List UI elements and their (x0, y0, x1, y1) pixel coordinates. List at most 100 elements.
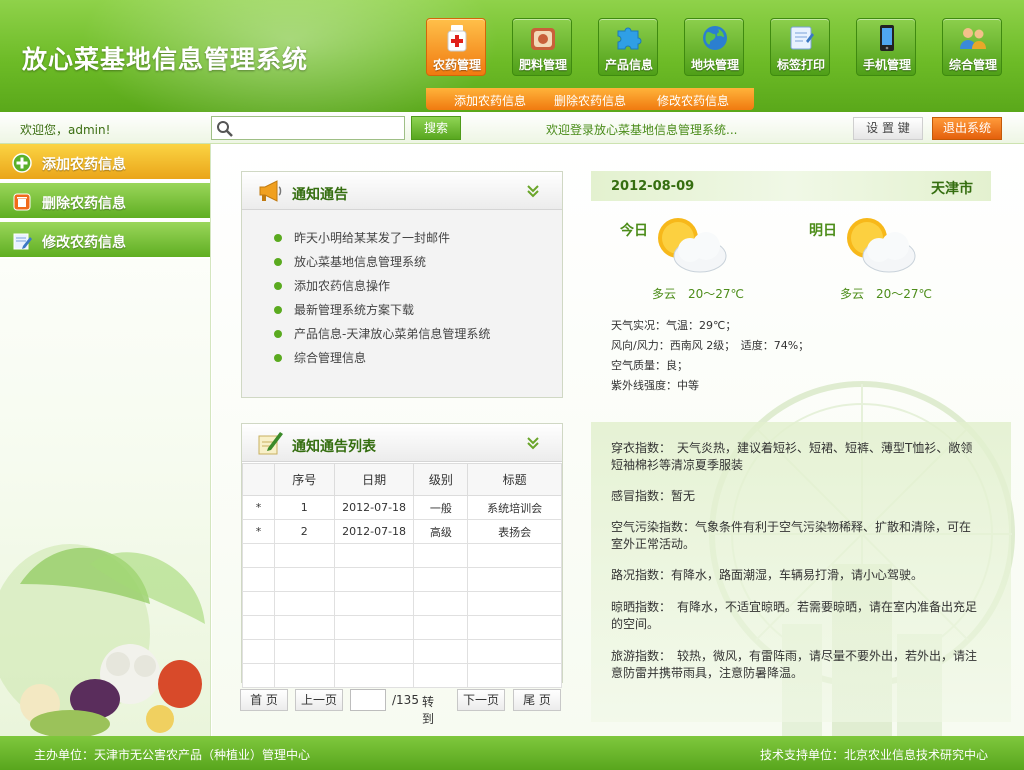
subnav-edit-pesticide[interactable]: 修改农药信息 (657, 92, 729, 109)
label-print-icon (790, 26, 814, 50)
search-box (211, 116, 405, 140)
table-row (242, 543, 562, 568)
logout-button[interactable]: 退出系统 (932, 117, 1002, 140)
notice-item[interactable]: 最新管理系统方案下载 (274, 302, 490, 326)
settings-button[interactable]: 设 置 键 (853, 117, 923, 140)
drying-index: 晾晒指数： 有降水，不适宜晾晒。若需要晾晒，请在室内准备出充足的空间。 (611, 600, 978, 631)
column-header: 序号 (273, 463, 335, 496)
notice-panel-header: 通知通告 (242, 172, 562, 210)
next-page-button[interactable]: 下一页 (457, 689, 505, 711)
header: 放心菜基地信息管理系统 农药管理 肥料管理 产品信息 地块管理 标签打印 手机管… (0, 0, 1024, 112)
prev-page-button[interactable]: 上一页 (295, 689, 343, 711)
table-row[interactable]: * 2 2012-07-18 高级 表扬会 (242, 519, 562, 544)
weather-tomorrow-condition: 多云 20～27℃ (840, 287, 933, 301)
mobile-phone-icon (880, 25, 894, 51)
notice-item[interactable]: 放心菜基地信息管理系统 (274, 254, 490, 278)
travel-index: 旅游指数： 较热，微风，有雷阵雨，请尽量不要外出，若外出，请注意防雷并携带雨具，… (611, 649, 978, 680)
column-header (242, 463, 275, 496)
nav-land[interactable]: 地块管理 (684, 18, 744, 76)
users-icon (960, 28, 986, 49)
table-row (242, 615, 562, 640)
table-cell: 系统培训会 (467, 495, 562, 520)
nav-fertilizer[interactable]: 肥料管理 (512, 18, 572, 76)
plus-circle-icon (12, 153, 32, 173)
weather-header: 2012-08-09 天津市 (591, 171, 991, 201)
search-input[interactable] (238, 119, 400, 137)
goto-label[interactable]: 转到 (422, 693, 434, 727)
weather-today-label: 今日 (620, 223, 648, 239)
weather-indices: 穿衣指数： 天气炎热，建议着短衫、短裙、短裤、薄型T恤衫、敞领短袖棉衫等清凉夏季… (591, 422, 1011, 722)
nav-label: 标签打印 (776, 58, 825, 72)
table-row (242, 663, 562, 688)
sub-nav: 添加农药信息 删除农药信息 修改农药信息 (426, 88, 754, 110)
sidebar-item-label: 删除农药信息 (42, 196, 126, 212)
table-row[interactable]: * 1 2012-07-18 一般 系统培训会 (242, 495, 562, 520)
footer: 主办单位：天津市无公害农产品（种植业）管理中心 技术支持单位：北京农业信息技术研… (0, 736, 1024, 770)
fertilizer-icon (531, 28, 555, 50)
sidebar-item-edit-pesticide[interactable]: 修改农药信息 (0, 222, 210, 259)
weather-date: 2012-08-09 (611, 179, 695, 194)
pesticide-bottle-icon (447, 25, 467, 52)
weather-detail: 天气实况：气温：29℃； (611, 319, 737, 332)
nav-label: 产品信息 (604, 58, 653, 72)
first-page-button[interactable]: 首 页 (240, 689, 288, 711)
sidebar-item-label: 修改农药信息 (42, 235, 126, 251)
nav-label: 综合管理 (948, 58, 997, 72)
nav-label-print[interactable]: 标签打印 (770, 18, 830, 76)
weather-city: 天津市 (931, 181, 973, 197)
notice-list: 昨天小明给某某发了一封邮件 放心菜基地信息管理系统 添加农药信息操作 最新管理系… (274, 230, 490, 374)
notice-table: 序号 日期 级别 标题 * 1 2012-07-18 一般 系统培训会 * 2 (242, 463, 562, 688)
nav-mobile[interactable]: 手机管理 (856, 18, 916, 76)
notice-panel: 通知通告 昨天小明给某某发了一封邮件 放心菜基地信息管理系统 添加农药信息操作 … (241, 171, 563, 398)
top-nav: 农药管理 肥料管理 产品信息 地块管理 标签打印 手机管理 综合管理 (426, 18, 1006, 78)
sidebar: 添加农药信息 删除农药信息 修改农药信息 (0, 144, 211, 736)
notice-list-header: 通知通告列表 (242, 424, 562, 462)
table-row (242, 639, 562, 664)
table-row (242, 591, 562, 616)
air-pollution-index: 空气污染指数：气象条件有利于空气污染物稀释、扩散和清除，可在室外正常活动。 (611, 520, 972, 551)
vegetables-illustration (0, 544, 205, 736)
partly-cloudy-icon (847, 218, 916, 273)
nav-label: 手机管理 (862, 58, 911, 72)
nav-product[interactable]: 产品信息 (598, 18, 658, 76)
sidebar-item-delete-pesticide[interactable]: 删除农药信息 (0, 183, 210, 220)
nav-label: 农药管理 (432, 58, 481, 72)
weather-detail: 空气质量：良； (611, 359, 688, 372)
trash-icon (13, 193, 31, 211)
chevron-down-icon[interactable] (526, 184, 540, 198)
table-cell: * (242, 519, 275, 544)
table-cell: 表扬会 (467, 519, 562, 544)
edit-icon (13, 233, 32, 250)
notice-item[interactable]: 添加农药信息操作 (274, 278, 490, 302)
subnav-add-pesticide[interactable]: 添加农药信息 (454, 92, 526, 109)
globe-icon (703, 26, 727, 50)
table-cell: 一般 (413, 495, 469, 520)
megaphone-icon (259, 180, 282, 202)
page-number-input[interactable] (350, 689, 386, 711)
last-page-button[interactable]: 尾 页 (513, 689, 561, 711)
search-icon (217, 121, 233, 137)
footer-host: 主办单位：天津市无公害农产品（种植业）管理中心 (34, 748, 311, 762)
table-cell: 1 (273, 495, 335, 520)
footer-support: 技术支持单位：北京农业信息技术研究中心 (759, 748, 988, 762)
nav-general[interactable]: 综合管理 (942, 18, 1002, 76)
notice-list-panel: 通知通告列表 序号 日期 级别 标题 * 1 2012-07-18 一般 系统培… (241, 423, 563, 688)
welcome-marquee: 欢迎登录放心菜基地信息管理系统... (546, 123, 738, 137)
chevron-down-icon[interactable] (526, 436, 540, 450)
weather-detail: 风向/风力：西南风 2级； 适度：74%； (611, 339, 810, 352)
column-header: 日期 (333, 463, 415, 496)
search-button[interactable]: 搜索 (411, 116, 461, 140)
road-index: 路况指数：有降水，路面潮湿，车辆易打滑，请小心驾驶。 (611, 568, 924, 582)
sidebar-item-add-pesticide[interactable]: 添加农药信息 (0, 144, 210, 181)
total-pages-text: /135 (392, 693, 419, 707)
sidebar-item-label: 添加农药信息 (42, 157, 126, 173)
subnav-delete-pesticide[interactable]: 删除农药信息 (554, 92, 626, 109)
notice-item[interactable]: 综合管理信息 (274, 350, 490, 374)
app-title: 放心菜基地信息管理系统 (22, 45, 309, 74)
weather-tomorrow-label: 明日 (809, 223, 837, 239)
notice-item[interactable]: 产品信息-天津放心菜弟信息管理系统 (274, 326, 490, 350)
nav-label: 地块管理 (690, 58, 739, 72)
notice-item[interactable]: 昨天小明给某某发了一封邮件 (274, 230, 490, 254)
nav-pesticide[interactable]: 农药管理 (426, 18, 486, 76)
cold-index: 感冒指数：暂无 (611, 489, 696, 503)
